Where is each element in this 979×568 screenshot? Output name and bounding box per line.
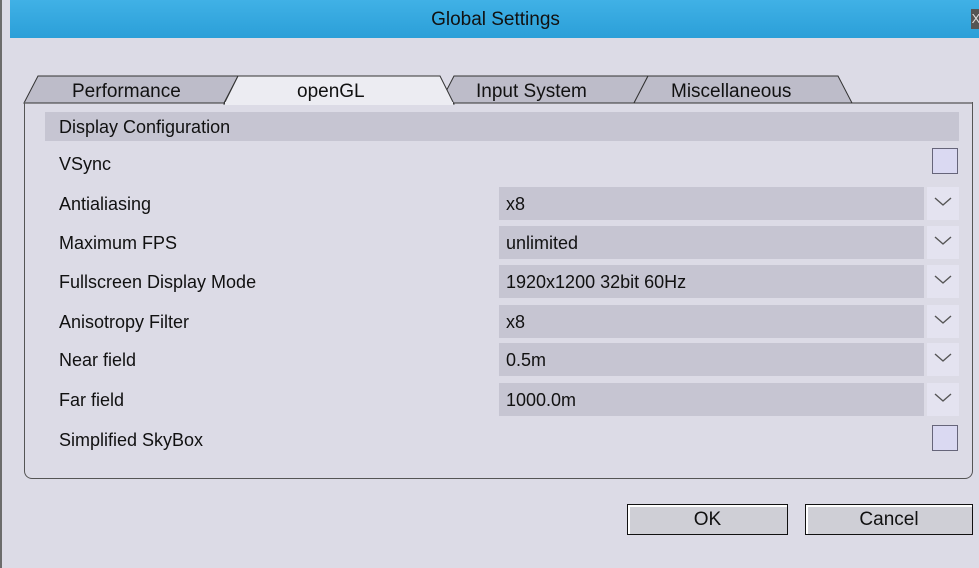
anisotropy-label: Anisotropy Filter [59, 312, 190, 332]
display-mode-label: Fullscreen Display Mode [59, 272, 257, 292]
tab-input-system[interactable]: Input System [476, 81, 587, 103]
display-mode-select[interactable]: 1920x1200 32bit 60Hz [499, 265, 924, 298]
chevron-down-icon[interactable] [927, 265, 959, 298]
near-field-label: Near field [59, 350, 137, 370]
max-fps-label: Maximum FPS [59, 233, 178, 253]
tab-performance[interactable]: Performance [72, 81, 181, 103]
section-title: Display Configuration [59, 117, 231, 137]
skybox-checkbox[interactable] [932, 425, 958, 451]
antialiasing-label: Antialiasing [59, 194, 152, 214]
chevron-down-icon[interactable] [927, 383, 959, 416]
antialiasing-select[interactable]: x8 [499, 187, 924, 220]
section-header: Display Configuration [45, 112, 959, 141]
far-field-value: 1000.0m [506, 390, 577, 410]
antialiasing-value: x8 [506, 194, 526, 214]
cancel-button[interactable]: Cancel [805, 504, 973, 535]
near-field-value: 0.5m [506, 350, 547, 370]
anisotropy-select[interactable]: x8 [499, 305, 924, 338]
chevron-down-icon[interactable] [927, 343, 959, 376]
chevron-down-icon[interactable] [927, 187, 959, 220]
chevron-down-icon[interactable] [927, 305, 959, 338]
tab-opengl[interactable]: openGL [297, 81, 365, 103]
skybox-label: Simplified SkyBox [59, 430, 204, 450]
max-fps-select[interactable]: unlimited [499, 226, 924, 259]
anisotropy-value: x8 [506, 312, 526, 332]
tab-miscellaneous[interactable]: Miscellaneous [671, 81, 791, 103]
settings-dialog: Global Settings X Performance openGL Inp… [0, 0, 979, 568]
max-fps-value: unlimited [506, 233, 579, 253]
chevron-down-icon[interactable] [927, 226, 959, 259]
display-mode-value: 1920x1200 32bit 60Hz [506, 272, 687, 292]
vsync-checkbox[interactable] [932, 148, 958, 174]
ok-button[interactable]: OK [627, 504, 788, 535]
far-field-label: Far field [59, 390, 125, 410]
far-field-select[interactable]: 1000.0m [499, 383, 924, 416]
vsync-label: VSync [59, 154, 112, 174]
near-field-select[interactable]: 0.5m [499, 343, 924, 376]
